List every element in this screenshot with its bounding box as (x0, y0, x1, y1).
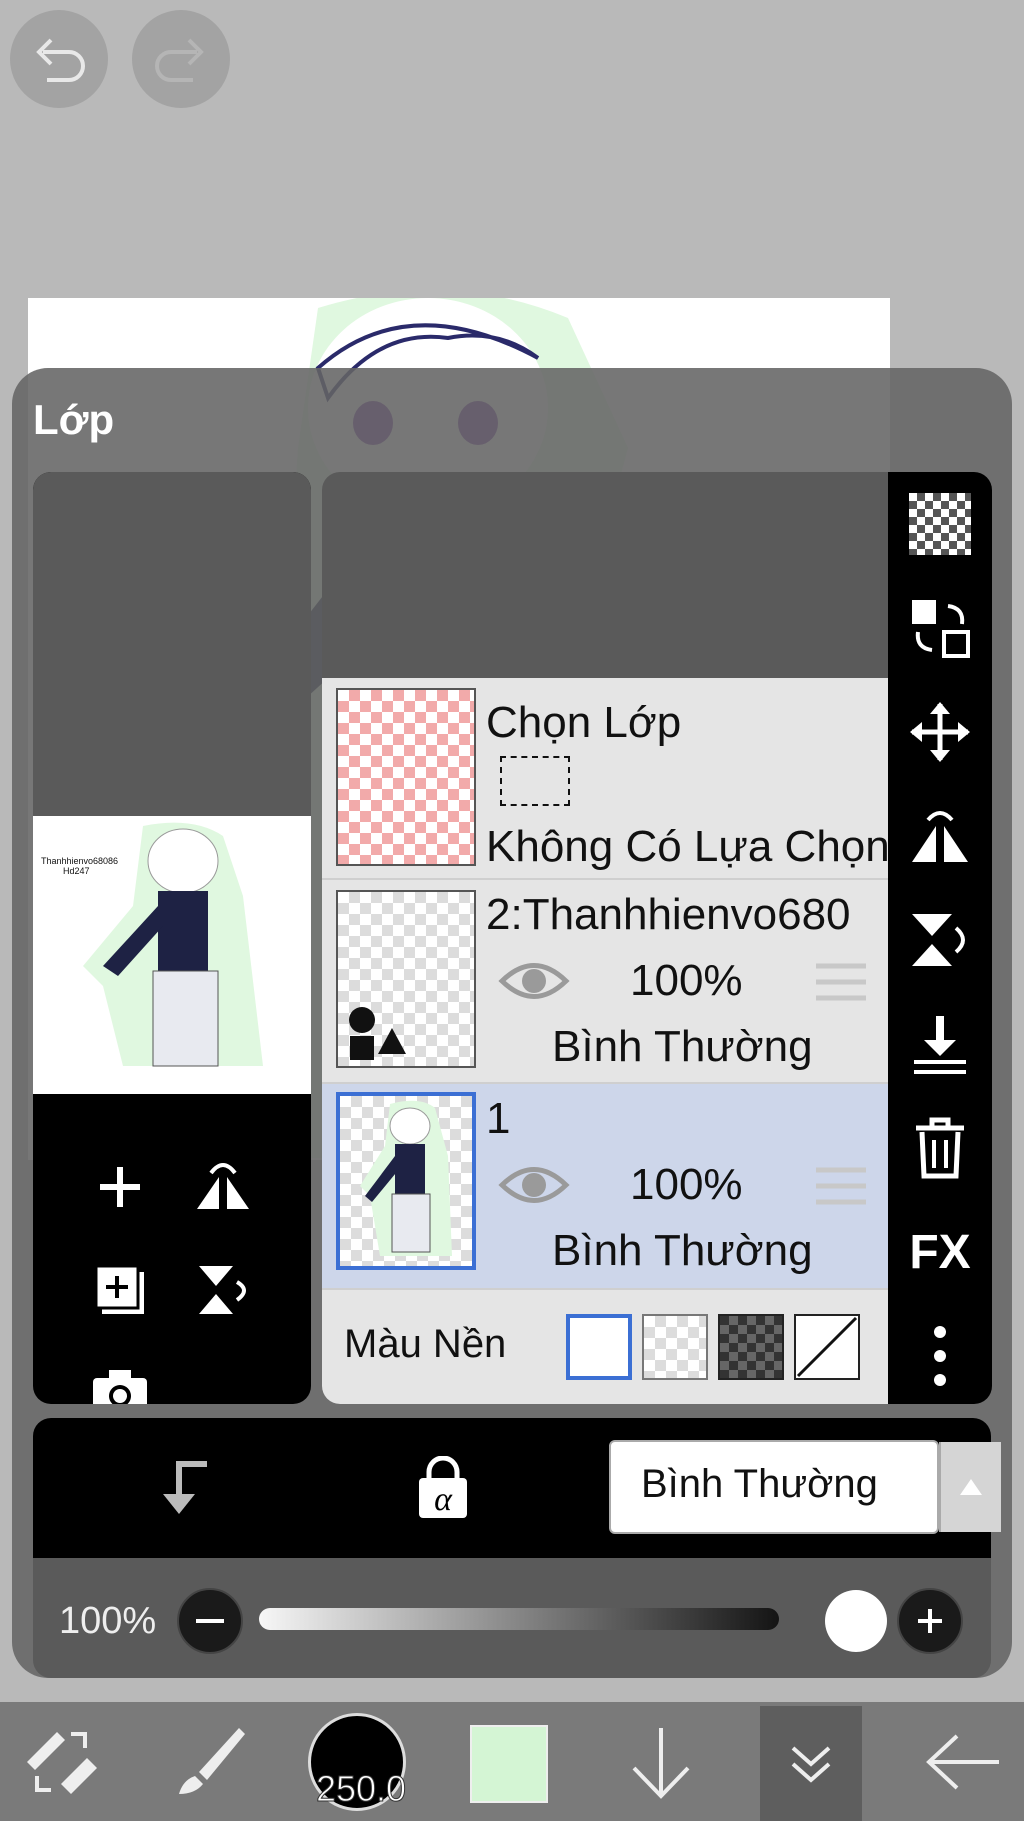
redo-icon (155, 38, 204, 82)
brush-size-button[interactable]: 250.0 (308, 1713, 407, 1811)
brush-tool-button[interactable] (154, 1702, 264, 1821)
selection-status: Không Có Lựa Chọn (486, 822, 888, 871)
drag-handle-icon[interactable] (816, 962, 866, 1002)
fx-button[interactable]: FX (902, 1214, 978, 1290)
flip-v-icon (912, 914, 965, 966)
alpha-lock-button[interactable]: α (403, 1448, 483, 1528)
layer-options-bar: α Bình Thường (33, 1418, 1001, 1558)
blend-mode-value: Bình Thường (641, 1462, 878, 1506)
blend-mode-select[interactable]: Bình Thường (609, 1440, 1001, 1534)
bg-light-transparent-option[interactable] (642, 1314, 708, 1380)
bottom-toolbar: 250.0 (0, 1702, 1024, 1821)
svg-text:α: α (434, 1481, 453, 1518)
more-options-button[interactable] (902, 1318, 978, 1394)
move-button[interactable] (902, 694, 978, 770)
brush-icon (179, 1727, 245, 1794)
layer-blend-mode: Bình Thường (552, 1022, 813, 1071)
flip-h-icon (912, 811, 968, 862)
opacity-slider-thumb[interactable] (825, 1590, 887, 1652)
camera-icon (93, 1370, 147, 1404)
move-icon (910, 702, 970, 762)
layer-opacity: 100% (630, 1160, 743, 1209)
thumb-watermark-2: Hd247 (63, 866, 90, 876)
layer-thumbnail (336, 890, 476, 1068)
delete-layer-button[interactable] (902, 1110, 978, 1186)
copy-layer-icon (94, 1264, 144, 1314)
layer-preview-column: Thanhhienvo68086 Hd247 (33, 472, 311, 1404)
bg-white-option[interactable] (566, 1314, 632, 1380)
layer-down-button[interactable] (606, 1702, 716, 1821)
transparency-button[interactable] (902, 486, 978, 562)
flip-layer-button[interactable] (183, 1147, 263, 1227)
selection-layer-row[interactable]: Chọn Lớp Không Có Lựa Chọn (322, 678, 888, 880)
camera-button[interactable] (80, 1352, 160, 1404)
triangle-up-icon (960, 1479, 982, 1495)
copy-layer-button[interactable] (80, 1250, 160, 1330)
selection-thumbnail (336, 688, 476, 866)
more-icon (934, 1326, 946, 1386)
clip-icon (163, 1461, 207, 1514)
arrow-down-icon (632, 1727, 690, 1799)
opacity-row: 100% (33, 1558, 991, 1678)
opacity-decrease-button[interactable] (177, 1588, 243, 1654)
selection-layer-name: Chọn Lớp (486, 698, 682, 747)
opacity-label: 100% (59, 1600, 157, 1642)
flip-layer-icon (197, 1163, 249, 1209)
shape-layer-icon (349, 1007, 406, 1060)
eye-icon[interactable] (498, 1162, 570, 1208)
flip-vertical-button[interactable] (902, 902, 978, 978)
clipping-button[interactable] (143, 1448, 223, 1528)
double-chevron-down-icon (791, 1746, 831, 1783)
background-row: Màu Nền (322, 1290, 888, 1404)
fx-icon: FX (909, 1225, 971, 1279)
opacity-slider-track[interactable] (259, 1608, 779, 1630)
trash-icon (916, 1117, 964, 1179)
rotate-layer-icon (199, 1266, 246, 1314)
preview-background (33, 472, 311, 816)
back-button[interactable] (908, 1702, 1018, 1821)
merge-down-icon (914, 1016, 966, 1074)
layers-toggle-button[interactable] (760, 1706, 862, 1821)
layer-row[interactable]: 2:Thanhhienvo680 100% Bình Thường (322, 880, 888, 1084)
drag-handle-icon[interactable] (816, 1166, 866, 1206)
arrow-left-icon (926, 1734, 999, 1789)
blend-mode-toggle[interactable] (939, 1442, 1001, 1532)
layer-opacity: 100% (630, 956, 743, 1005)
swap-icon (912, 600, 970, 658)
layer-blend-mode: Bình Thường (552, 1226, 813, 1275)
layer-thumbnail (336, 1092, 476, 1270)
bg-dark-transparent-option[interactable] (718, 1314, 784, 1380)
layer-list: Chọn Lớp Không Có Lựa Chọn 2:Thanhhienvo… (322, 472, 888, 1404)
selection-marquee-icon (500, 756, 570, 806)
thumb-watermark: Thanhhienvo68086 (41, 856, 118, 866)
layer-tools-column: FX (888, 472, 992, 1404)
eye-icon[interactable] (498, 958, 570, 1004)
plus-icon (918, 1609, 942, 1633)
panel-title: Lớp (33, 396, 115, 443)
flip-horizontal-button[interactable] (902, 798, 978, 874)
bg-none-option[interactable] (794, 1314, 860, 1380)
redo-button[interactable] (132, 10, 230, 108)
background-label: Màu Nền (344, 1322, 507, 1366)
rotate-layer-button[interactable] (183, 1250, 263, 1330)
canvas-thumbnail: Thanhhienvo68086 Hd247 (33, 816, 311, 1094)
checker-icon (909, 493, 971, 555)
add-layer-icon (100, 1167, 140, 1207)
layer-row-selected[interactable]: 1 100% Bình Thường (322, 1084, 888, 1290)
swap-layers-button[interactable] (902, 590, 978, 666)
layer-name: 2:Thanhhienvo680 (486, 890, 851, 939)
undo-button[interactable] (10, 10, 108, 108)
minus-icon (196, 1619, 224, 1623)
color-swatch-button[interactable] (470, 1725, 548, 1803)
merge-down-button[interactable] (902, 1006, 978, 1082)
brush-size-value: 250.0 (315, 1768, 407, 1810)
add-layer-button[interactable] (80, 1147, 160, 1227)
tool-switch-button[interactable] (6, 1702, 116, 1821)
opacity-increase-button[interactable] (897, 1588, 963, 1654)
undo-icon (36, 38, 85, 82)
brush-eraser-swap-icon (27, 1731, 97, 1794)
layer-name: 1 (486, 1094, 511, 1143)
alpha-lock-icon: α (419, 1456, 467, 1518)
